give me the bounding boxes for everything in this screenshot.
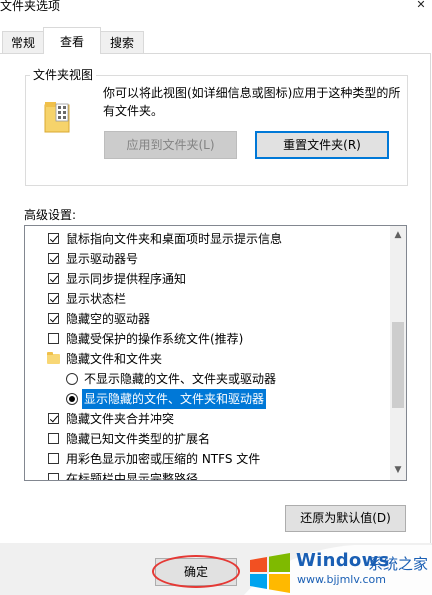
tree-group-label: 隐藏文件和文件夹 (66, 352, 163, 366)
checkbox[interactable] (48, 473, 59, 480)
checkbox[interactable] (48, 313, 59, 324)
tree-item-label: 隐藏空的驱动器 (66, 312, 151, 326)
folder-views-description: 你可以将此视图(如详细信息或图标)应用于这种类型的所有文件夹。 (103, 86, 401, 118)
reset-folders-button[interactable]: 重置文件夹(R) (255, 131, 389, 159)
annotation-circle (152, 555, 240, 588)
tab-general[interactable]: 常规 (2, 31, 44, 53)
advanced-settings-label: 高级设置: (24, 208, 77, 222)
tab-view[interactable]: 查看 (43, 27, 101, 54)
checkbox[interactable] (48, 293, 59, 304)
tree-item-label: 在标题栏中显示完整路径 (66, 472, 199, 481)
tree-item-label: 隐藏已知文件类型的扩展名 (66, 432, 211, 446)
tree-item-label: 显示隐藏的文件、文件夹和驱动器 (82, 389, 267, 409)
watermark-url: www.bjjmlv.com (297, 573, 386, 586)
close-icon[interactable]: ✕ (414, 0, 428, 10)
tab-search[interactable]: 搜索 (100, 31, 144, 53)
scrollbar-thumb[interactable] (392, 322, 404, 408)
checkbox[interactable] (48, 433, 59, 444)
tree-item-label: 显示驱动器号 (66, 252, 139, 266)
tree-item-label: 显示状态栏 (66, 292, 127, 306)
scroll-up-icon[interactable]: ▲ (391, 229, 405, 241)
folder-view-icon (44, 102, 70, 133)
restore-defaults-button[interactable]: 还原为默认值(D) (285, 505, 406, 532)
folder-views-legend: 文件夹视图 (30, 66, 97, 83)
scroll-down-icon[interactable]: ▼ (391, 464, 405, 476)
checkbox[interactable] (48, 413, 59, 424)
checkbox[interactable] (48, 273, 59, 284)
checkbox[interactable] (48, 253, 59, 264)
advanced-settings-tree[interactable]: 鼠标指向文件夹和桌面项时显示提示信息 显示驱动器号 显示同步提供程序通知 显示状… (24, 225, 407, 481)
tree-item-label: 显示同步提供程序通知 (66, 272, 187, 286)
radio-button[interactable] (66, 373, 78, 385)
checkbox[interactable] (48, 453, 59, 464)
tree-item-label: 用彩色显示加密或压缩的 NTFS 文件 (66, 452, 261, 466)
tree-item-label: 鼠标指向文件夹和桌面项时显示提示信息 (66, 232, 283, 246)
checkbox[interactable] (48, 333, 59, 344)
checkbox[interactable] (48, 233, 59, 244)
tree-item-label: 不显示隐藏的文件、文件夹或驱动器 (84, 372, 277, 386)
tree-item-label: 隐藏受保护的操作系统文件(推荐) (66, 332, 244, 346)
folder-icon (47, 352, 60, 364)
window-title: 文件夹选项 (0, 0, 61, 13)
radio-button[interactable] (66, 393, 78, 405)
tree-item-label: 隐藏文件夹合并冲突 (66, 412, 175, 426)
apply-to-folders-button[interactable]: 应用到文件夹(L) (104, 131, 237, 159)
watermark-cn: 系统之家 (368, 555, 429, 573)
